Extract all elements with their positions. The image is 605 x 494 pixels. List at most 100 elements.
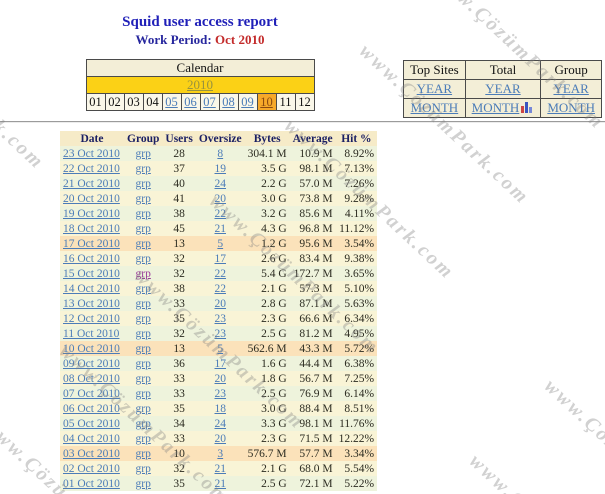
date-link[interactable]: 19 Oct 2010 xyxy=(63,208,120,220)
date-link[interactable]: 23 Oct 2010 xyxy=(63,148,120,160)
oversize-link[interactable]: 20 xyxy=(215,433,227,445)
calendar-month-cell: 03 xyxy=(123,93,144,111)
bytes-value: 3.3 G xyxy=(261,417,287,430)
group-link[interactable]: grp xyxy=(136,313,151,325)
bytes-value: 4.3 G xyxy=(261,222,287,235)
users-value: 32 xyxy=(173,252,185,265)
date-link[interactable]: 11 Oct 2010 xyxy=(63,328,119,340)
group-link[interactable]: grp xyxy=(136,403,151,415)
group-link[interactable]: grp xyxy=(136,238,151,250)
group-link[interactable]: grp xyxy=(136,448,151,460)
date-link[interactable]: 18 Oct 2010 xyxy=(63,223,120,235)
calendar-month[interactable]: 09 xyxy=(239,95,257,110)
calendar-month: 04 xyxy=(146,94,159,109)
date-link[interactable]: 08 Oct 2010 xyxy=(63,373,120,385)
group-year-cell: YEAR xyxy=(540,79,602,99)
date-link[interactable]: 13 Oct 2010 xyxy=(63,298,120,310)
date-link[interactable]: 03 Oct 2010 xyxy=(63,448,120,460)
date-link[interactable]: 17 Oct 2010 xyxy=(63,238,120,250)
oversize-link[interactable]: 21 xyxy=(215,478,227,490)
watermark-text: www.ÇözümPark.com xyxy=(539,375,605,494)
oversize-link[interactable]: 24 xyxy=(215,418,227,430)
group-link[interactable]: grp xyxy=(136,373,151,385)
group-year-link[interactable]: YEAR xyxy=(553,81,588,96)
oversize-link[interactable]: 22 xyxy=(215,208,227,220)
oversize-link[interactable]: 23 xyxy=(215,388,227,400)
top-sites-year-link[interactable]: YEAR xyxy=(417,81,452,96)
group-link[interactable]: grp xyxy=(136,208,151,220)
date-link[interactable]: 01 Oct 2010 xyxy=(63,478,120,490)
oversize-link[interactable]: 24 xyxy=(215,178,227,190)
oversize-link[interactable]: 22 xyxy=(215,268,227,280)
group-link[interactable]: grp xyxy=(136,268,151,280)
group-link[interactable]: grp xyxy=(136,283,151,295)
date-link[interactable]: 10 Oct 2010 xyxy=(63,343,120,355)
calendar-month[interactable]: 08 xyxy=(220,95,238,110)
oversize-link[interactable]: 20 xyxy=(215,373,227,385)
calendar-month: 11 xyxy=(279,94,292,109)
calendar-month[interactable]: 10 xyxy=(258,95,276,110)
group-link[interactable]: grp xyxy=(136,253,151,265)
average-value: 57.7 M xyxy=(299,447,333,460)
date-link[interactable]: 20 Oct 2010 xyxy=(63,193,120,205)
oversize-link[interactable]: 21 xyxy=(215,223,227,235)
total-year-link[interactable]: YEAR xyxy=(485,81,520,96)
oversize-link[interactable]: 23 xyxy=(215,328,227,340)
users-value: 13 xyxy=(173,342,185,355)
group-link[interactable]: grp xyxy=(136,328,151,340)
oversize-link[interactable]: 21 xyxy=(215,463,227,475)
date-link[interactable]: 16 Oct 2010 xyxy=(63,253,120,265)
hit-value: 6.14% xyxy=(344,387,375,400)
date-link[interactable]: 12 Oct 2010 xyxy=(63,313,120,325)
bytes-value: 2.6 G xyxy=(261,252,287,265)
oversize-link[interactable]: 17 xyxy=(215,358,227,370)
group-link[interactable]: grp xyxy=(136,193,151,205)
date-link[interactable]: 22 Oct 2010 xyxy=(63,163,120,175)
oversize-link[interactable]: 23 xyxy=(215,313,227,325)
oversize-link[interactable]: 20 xyxy=(215,298,227,310)
group-link[interactable]: grp xyxy=(136,478,151,490)
group-link[interactable]: grp xyxy=(136,178,151,190)
oversize-link[interactable]: 17 xyxy=(215,253,227,265)
oversize-link[interactable]: 20 xyxy=(215,193,227,205)
oversize-link[interactable]: 19 xyxy=(215,163,227,175)
date-link[interactable]: 07 Oct 2010 xyxy=(63,388,120,400)
oversize-link[interactable]: 18 xyxy=(215,403,227,415)
oversize-link[interactable]: 5 xyxy=(217,238,223,250)
group-link[interactable]: grp xyxy=(136,433,151,445)
users-value: 33 xyxy=(173,372,185,385)
group-link[interactable]: grp xyxy=(136,223,151,235)
date-link[interactable]: 04 Oct 2010 xyxy=(63,433,120,445)
date-link[interactable]: 09 Oct 2010 xyxy=(63,358,120,370)
group-link[interactable]: grp xyxy=(136,418,151,430)
group-link[interactable]: grp xyxy=(136,343,151,355)
calendar-month[interactable]: 06 xyxy=(182,95,200,110)
date-link[interactable]: 02 Oct 2010 xyxy=(63,463,120,475)
group-month-link[interactable]: MONTH xyxy=(547,100,595,115)
hit-value: 11.12% xyxy=(339,222,375,235)
oversize-link[interactable]: 22 xyxy=(215,283,227,295)
bytes-value: 3.2 G xyxy=(261,207,287,220)
calendar-month[interactable]: 07 xyxy=(201,95,219,110)
bytes-value: 2.5 G xyxy=(261,327,287,340)
total-month-link[interactable]: MONTH xyxy=(472,100,520,115)
oversize-link[interactable]: 5 xyxy=(217,343,223,355)
date-link[interactable]: 06 Oct 2010 xyxy=(63,403,120,415)
calendar-title: Calendar xyxy=(85,59,315,77)
calendar-year-link[interactable]: 2010 xyxy=(187,77,213,92)
date-link[interactable]: 14 Oct 2010 xyxy=(63,283,120,295)
top-sites-month-link[interactable]: MONTH xyxy=(411,100,459,115)
group-link[interactable]: grp xyxy=(136,388,151,400)
date-link[interactable]: 05 Oct 2010 xyxy=(63,418,120,430)
oversize-link[interactable]: 3 xyxy=(217,448,223,460)
group-link[interactable]: grp xyxy=(136,148,151,160)
date-link[interactable]: 21 Oct 2010 xyxy=(63,178,120,190)
group-link[interactable]: grp xyxy=(136,463,151,475)
group-link[interactable]: grp xyxy=(136,163,151,175)
group-link[interactable]: grp xyxy=(136,298,151,310)
group-link[interactable]: grp xyxy=(136,358,151,370)
date-link[interactable]: 15 Oct 2010 xyxy=(63,268,120,280)
calendar-month[interactable]: 05 xyxy=(163,95,181,110)
report-table: Date Group Users Oversize Bytes Average … xyxy=(60,131,378,491)
oversize-link[interactable]: 8 xyxy=(217,148,223,160)
